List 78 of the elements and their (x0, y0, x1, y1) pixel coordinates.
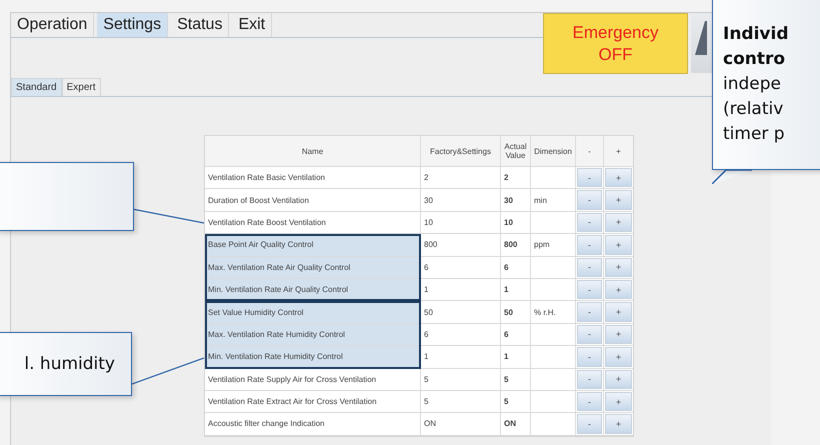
table-cell: % r.H. (531, 301, 576, 323)
table-cell: 10 (501, 212, 531, 234)
increment-button[interactable]: + (605, 190, 632, 210)
table-cell: Ventilation Rate Basic Ventilation (205, 167, 421, 188)
table-cell: 1 (421, 346, 501, 368)
increment-button[interactable]: + (605, 302, 632, 322)
callout-text: contro (723, 48, 786, 70)
table-cell: 5 (421, 390, 501, 412)
callout-text: (relativ (723, 98, 784, 120)
table-cell: 10 (421, 212, 501, 234)
decrement-button[interactable]: - (577, 258, 602, 277)
tab[interactable]: Standard (11, 78, 62, 96)
table-cell: 6 (501, 324, 531, 346)
column-header: Dimension (531, 136, 576, 166)
decrement-button[interactable]: - (577, 414, 602, 434)
table-cell: 5 (501, 390, 531, 412)
table-cell: 1 (501, 346, 531, 368)
increment-button[interactable]: + (605, 370, 632, 389)
table-cell: Max. Ventilation Rate Humidity Control (205, 324, 421, 346)
table-cell: 30 (501, 189, 531, 211)
decrement-button[interactable]: - (577, 392, 602, 412)
column-header: + (615, 146, 622, 158)
increment-button[interactable]: + (605, 392, 632, 412)
decrement-button[interactable]: - (577, 347, 602, 367)
table-cell: 800 (501, 234, 531, 256)
increment-button[interactable]: + (605, 280, 632, 300)
table-cell: 50 (501, 301, 531, 323)
leader-line (132, 208, 204, 224)
table-cell: ppm (531, 234, 576, 256)
table-cell: 5 (501, 368, 531, 390)
callout-text: indepe (723, 72, 782, 96)
increment-button[interactable]: + (605, 258, 632, 277)
decrement-button[interactable]: - (577, 235, 602, 255)
increment-button[interactable]: + (605, 324, 632, 344)
table-cell: 6 (421, 256, 501, 278)
table-cell: 1 (421, 278, 501, 300)
table-cell: 30 (421, 189, 501, 211)
menu-tab[interactable]: Settings (97, 13, 168, 37)
table-cell: Ventilation Rate Extract Air for Cross Ventilation (205, 390, 421, 412)
emergency-off-button[interactable]: Emergency OFF (543, 13, 688, 74)
table-cell: ON (421, 413, 501, 435)
table-cell: Accoustic filter change Indication (205, 413, 421, 435)
increment-button[interactable]: + (605, 347, 632, 367)
table-cell: min (531, 189, 576, 211)
decrement-button[interactable]: - (577, 280, 602, 300)
callout-text: timer p (723, 122, 786, 146)
table-cell: 6 (421, 324, 501, 346)
decrement-button[interactable]: - (577, 212, 602, 232)
table-cell: 5 (421, 368, 501, 390)
increment-button[interactable]: + (605, 235, 632, 255)
decrement-button[interactable]: - (577, 190, 602, 210)
table-cell: 1 (501, 278, 531, 300)
decrement-button[interactable]: - (577, 168, 602, 188)
table-cell: Ventilation Rate Supply Air for Cross Ventilation (205, 368, 421, 390)
table-cell: 2 (421, 167, 501, 188)
decrement-button[interactable]: - (577, 370, 602, 389)
table-cell: Min. Ventilation Rate Humidity Control (205, 346, 421, 368)
callout-text: l. humidity (24, 352, 115, 376)
decrement-button[interactable]: - (577, 302, 602, 322)
tab[interactable]: Expert (62, 78, 100, 96)
column-header: - (576, 136, 604, 166)
increment-button[interactable]: + (605, 168, 632, 188)
table-cell: 800 (421, 234, 501, 256)
column-header: Factory&Settings (421, 136, 501, 166)
table-cell: Duration of Boost Ventilation (205, 189, 421, 211)
callout-text: Individ (723, 22, 790, 46)
column-header: Actual Value (501, 136, 531, 166)
table-cell: Max. Ventilation Rate Air Quality Control (205, 256, 421, 278)
decrement-button[interactable]: - (577, 324, 602, 344)
increment-button[interactable]: + (605, 212, 632, 232)
table-cell: 50 (421, 301, 501, 323)
table-cell: Ventilation Rate Boost Ventilation (205, 212, 421, 234)
column-header: Name (205, 136, 421, 166)
logo-icon (695, 21, 707, 55)
table-cell: ON (501, 413, 531, 435)
table-cell: 2 (501, 167, 531, 188)
table-cell: 6 (501, 256, 531, 278)
increment-button[interactable]: + (605, 414, 632, 434)
